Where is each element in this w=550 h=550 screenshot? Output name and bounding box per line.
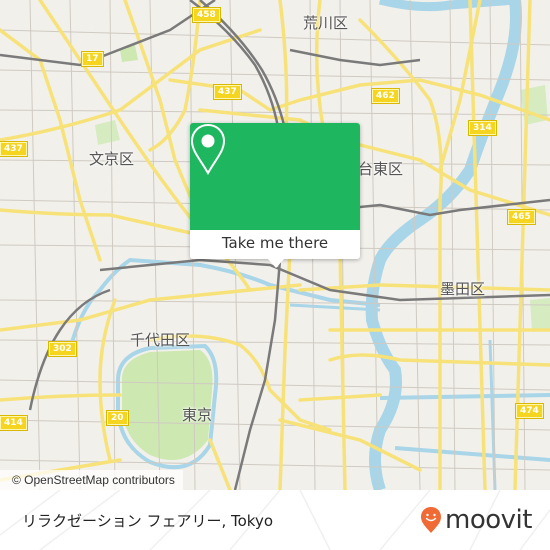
district-label-bunkyo: 文京区 [89,150,135,168]
route-shield: 437 [0,141,28,157]
route-shield: 462 [371,88,400,104]
district-label-taito: 台東区 [358,160,404,178]
district-label-arakawa: 荒川区 [303,14,349,32]
route-shield: 302 [48,341,77,357]
route-shield: 414 [0,415,28,431]
canal [394,446,550,462]
map-attribution[interactable]: © OpenStreetMap contributors [0,470,183,490]
footer-bar: リラクゼーション フェアリー, Tokyo moovit [0,490,550,550]
route-shield: 437 [213,84,242,100]
moovit-logo-text: moovit [445,505,532,535]
popup-header [190,123,360,230]
map-pin-icon [190,123,226,175]
route-shield: 474 [515,403,544,419]
route-shield: 314 [468,120,497,136]
district-label-chiyoda: 千代田区 [130,331,191,349]
route-shield: 465 [507,209,536,225]
location-popup: Take me there [190,123,360,268]
sumida-river-north [378,0,516,12]
district-label-tokyo: 東京 [182,406,213,424]
kanda-river [68,257,381,351]
park-small [95,120,120,145]
route-shield: 458 [192,7,221,23]
district-label-sumida: 墨田区 [440,280,486,298]
popup-pointer [268,259,284,268]
take-me-there-button[interactable]: Take me there [190,230,360,259]
route-shield: 17 [81,51,104,67]
moovit-pin-icon [421,507,441,533]
moovit-logo[interactable]: moovit [420,503,532,537]
park-small [530,298,550,332]
route-shield: 20 [106,410,129,426]
map-view[interactable]: 荒川区 文京区 台東区 墨田区 千代田区 東京 458 17 437 437 4… [0,0,550,490]
place-name: リラクゼーション フェアリー, Tokyo [22,512,274,530]
